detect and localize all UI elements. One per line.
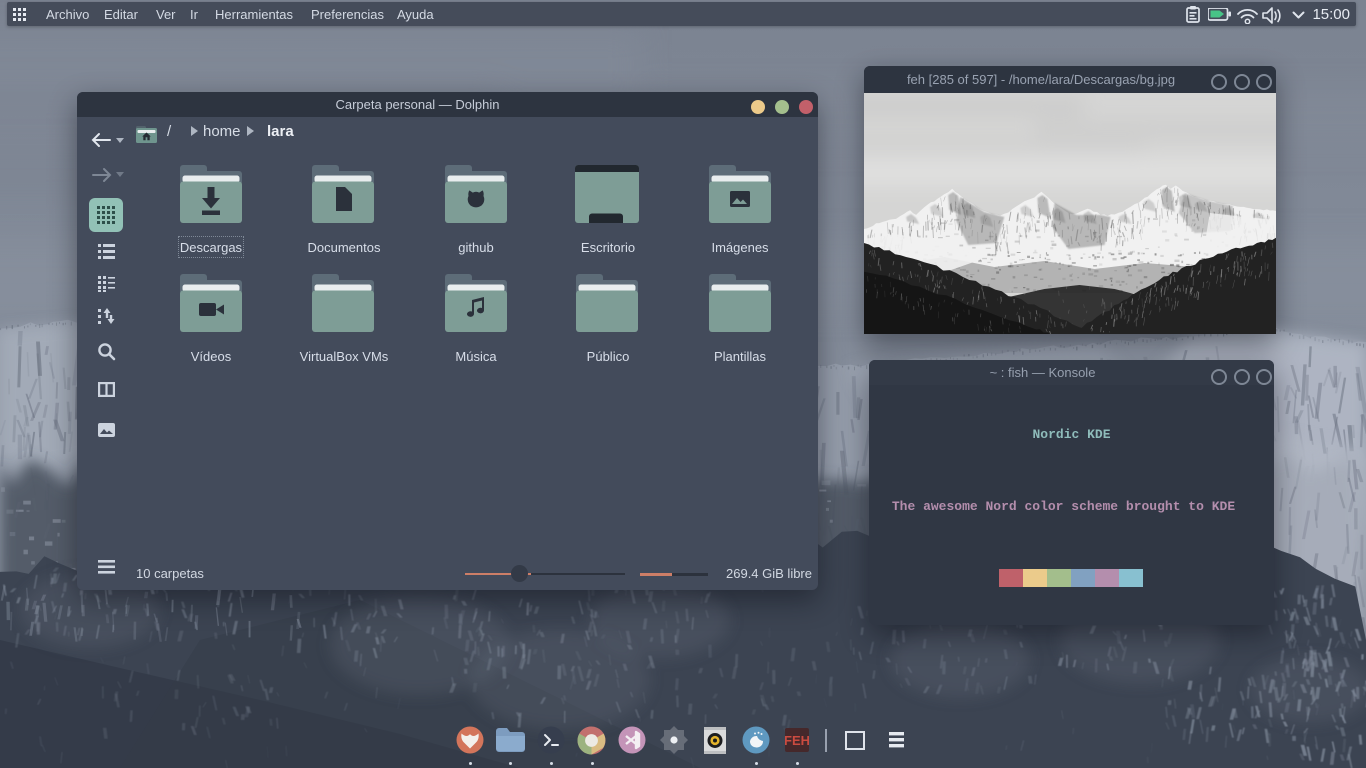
svg-text:FEH: FEH — [785, 733, 809, 748]
